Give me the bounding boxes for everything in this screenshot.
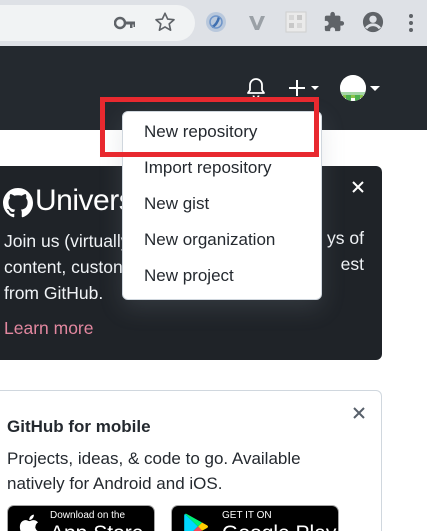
plus-icon[interactable] (287, 78, 321, 98)
menu-item-new-gist[interactable]: New gist (144, 194, 209, 214)
highlight-box (100, 97, 319, 157)
browser-toolbar (0, 0, 427, 46)
close-icon[interactable] (350, 179, 366, 195)
google-play-icon (184, 513, 208, 531)
extension-icon[interactable] (205, 11, 227, 33)
mobile-card-title: GitHub for mobile (7, 417, 151, 436)
extension-icon[interactable] (285, 11, 307, 33)
avatar-icon[interactable] (340, 75, 366, 101)
promo-line-right: est (340, 254, 364, 274)
star-icon[interactable] (154, 11, 176, 33)
promo-title: Univers (35, 184, 134, 217)
key-icon[interactable] (114, 13, 136, 33)
app-store-big-text: App Store (50, 522, 143, 531)
bell-icon[interactable] (246, 77, 266, 99)
menu-item-new-organization[interactable]: New organization (144, 230, 275, 250)
app-store-button[interactable]: Download on the App Store (7, 505, 155, 531)
menu-item-new-project[interactable]: New project (144, 266, 234, 286)
caret-down-icon[interactable] (369, 85, 381, 93)
learn-more-link[interactable]: Learn more (4, 318, 94, 339)
close-icon[interactable] (352, 406, 366, 420)
google-play-big-text: Google Play (222, 522, 336, 531)
github-mobile-card: GitHub for mobile Projects, ideas, & cod… (0, 390, 382, 531)
google-play-small-text: GET IT ON (222, 510, 272, 521)
vimeo-extension-icon[interactable] (246, 11, 268, 33)
profile-icon[interactable] (362, 11, 384, 33)
menu-item-import-repository[interactable]: Import repository (144, 158, 272, 178)
kebab-menu-icon[interactable] (404, 12, 418, 34)
app-store-small-text: Download on the (50, 510, 126, 521)
promo-line-right: ys of (327, 228, 364, 248)
mobile-card-text: Projects, ideas, & code to go. Available… (7, 449, 301, 493)
google-play-button[interactable]: GET IT ON Google Play (171, 505, 339, 531)
github-logo-icon (3, 188, 33, 218)
puzzle-icon[interactable] (323, 11, 345, 33)
apple-icon (19, 514, 38, 531)
